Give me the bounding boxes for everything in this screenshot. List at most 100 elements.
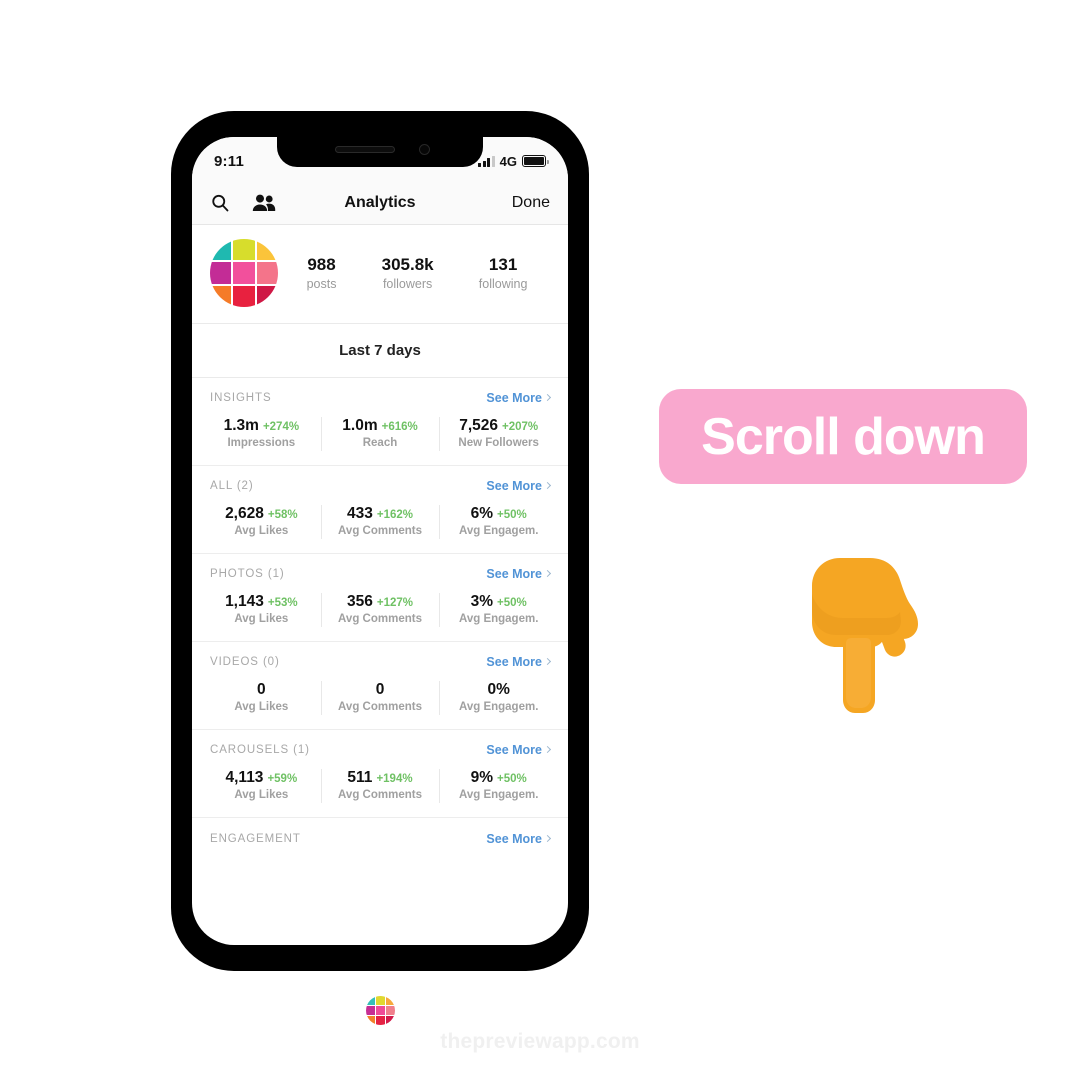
metric-cell: 9% +50% Avg Engagem. — [439, 767, 558, 805]
metric-delta-badge: +127% — [376, 597, 414, 609]
metric-label: Reach — [362, 437, 398, 449]
chevron-right-icon — [543, 569, 552, 578]
see-more-button[interactable]: See More — [486, 567, 552, 581]
profile-stat-followers[interactable]: 305.8k followers — [382, 254, 434, 292]
metric-row: 0 Avg Likes 0 Avg Comments 0% Avg Engagem. — [192, 673, 568, 717]
metric-delta-badge: +194% — [376, 773, 413, 785]
see-more-label: See More — [486, 743, 542, 757]
metric-value-row: 7,526 +207% — [441, 417, 556, 435]
metric-label: Avg Comments — [338, 613, 422, 625]
battery-icon — [522, 155, 549, 167]
chevron-right-icon — [543, 481, 552, 490]
chevron-right-icon — [543, 657, 552, 666]
metric-cell: 356 +127% Avg Comments — [320, 591, 440, 629]
section-header: VIDEOS (0) See More — [192, 642, 568, 673]
metric-value-row: 0% — [441, 681, 556, 699]
metric-label: Avg Engagem. — [458, 613, 539, 625]
network-type-label: 4G — [499, 153, 517, 169]
metric-label: Avg Likes — [234, 701, 289, 713]
status-indicators: 4G — [478, 153, 549, 169]
see-more-button[interactable]: See More — [486, 479, 552, 493]
avatar-tile-3 — [366, 1006, 375, 1015]
see-more-label: See More — [486, 567, 542, 581]
avatar-tile-8 — [256, 285, 278, 307]
section-title: INSIGHTS — [210, 392, 272, 404]
see-more-label: See More — [486, 479, 542, 493]
metric-delta-badge: +53% — [267, 597, 298, 609]
navigation-bar: Analytics Done — [192, 181, 568, 225]
metric-delta-badge: +274% — [262, 421, 300, 433]
see-more-button[interactable]: See More — [486, 655, 552, 669]
metric-label: Avg Engagem. — [458, 525, 539, 537]
section-title: CAROUSELS (1) — [210, 744, 310, 756]
search-icon[interactable] — [210, 193, 230, 213]
metric-label: Impressions — [227, 437, 296, 449]
metric-value: 433 — [347, 505, 373, 522]
metric-value: 2,628 — [225, 505, 264, 522]
avatar-tile-5 — [256, 262, 278, 284]
section-header: INSIGHTS See More — [192, 378, 568, 409]
done-button[interactable]: Done — [512, 194, 550, 212]
earpiece-speaker-icon — [335, 146, 395, 153]
metric-value-row: 1.0m +616% — [323, 417, 438, 435]
metric-value: 1,143 — [225, 593, 264, 610]
metric-delta-badge: +207% — [502, 421, 539, 433]
profile-stat-posts[interactable]: 988 posts — [307, 254, 337, 292]
see-more-button[interactable]: See More — [486, 391, 552, 405]
analytics-sections: INSIGHTS See More 1.3m +274% Impressions 1.0m… — [192, 378, 568, 850]
metric-value-row: 356 +127% — [323, 593, 438, 611]
analytics-section: VIDEOS (0) See More 0 Avg Likes 0 Avg Comment… — [192, 642, 568, 730]
nav-left-actions — [210, 193, 276, 213]
metric-row: 1.3m +274% Impressions 1.0m +616% Reach 7,526 +… — [192, 409, 568, 453]
see-more-button[interactable]: See More — [486, 832, 552, 846]
profile-stat-following[interactable]: 131 following — [479, 254, 528, 292]
avatar-tile-2 — [386, 996, 395, 1005]
metric-cell: 3% +50% Avg Engagem. — [439, 591, 558, 629]
metric-value: 356 — [347, 593, 373, 610]
profile-stats: 988 posts 305.8k followers 131 following — [278, 254, 550, 292]
front-camera-icon — [419, 144, 430, 155]
metric-value-row: 1.3m +274% — [204, 417, 319, 435]
avatar-tile-7 — [376, 1016, 385, 1025]
see-more-label: See More — [486, 832, 542, 846]
avatar-tile-6 — [210, 285, 232, 307]
metric-cell: 0 Avg Likes — [202, 679, 321, 717]
metric-cell: 6% +50% Avg Engagem. — [439, 503, 558, 541]
date-range-selector[interactable]: Last 7 days — [192, 324, 568, 378]
stat-label: posts — [306, 276, 337, 291]
section-header: ENGAGEMENT See More — [192, 818, 568, 850]
stat-label: following — [478, 276, 528, 291]
metric-cell: 0% Avg Engagem. — [439, 679, 558, 717]
avatar-tile-6 — [366, 1016, 375, 1025]
preview-app-logo — [366, 996, 395, 1025]
metric-label: Avg Comments — [338, 701, 422, 713]
metric-cell: 2,628 +58% Avg Likes — [202, 503, 321, 541]
metric-label: Avg Likes — [234, 525, 289, 537]
metric-value: 0 — [375, 681, 385, 698]
see-more-button[interactable]: See More — [486, 743, 552, 757]
metric-cell: 0 Avg Comments — [320, 679, 440, 717]
analytics-section: ALL (2) See More 2,628 +58% Avg Likes 433 +162… — [192, 466, 568, 554]
analytics-section: INSIGHTS See More 1.3m +274% Impressions 1.0m… — [192, 378, 568, 466]
avatar[interactable] — [210, 239, 278, 307]
metric-value: 1.3m — [223, 417, 259, 434]
stat-value: 131 — [488, 255, 518, 275]
watermark: thepreviewapp.com — [440, 1030, 640, 1053]
avatar-tile-0 — [210, 239, 232, 261]
metric-delta-badge: +58% — [267, 509, 298, 521]
status-time: 9:11 — [214, 152, 244, 170]
people-icon[interactable] — [252, 193, 276, 213]
metric-value: 6% — [470, 505, 494, 522]
avatar-tile-5 — [386, 1006, 395, 1015]
section-title: ENGAGEMENT — [210, 833, 301, 845]
chevron-right-icon — [543, 393, 552, 402]
metric-label: Avg Engagem. — [458, 701, 539, 713]
metric-value: 9% — [470, 769, 494, 786]
avatar-tile-4 — [376, 1006, 385, 1015]
avatar-tile-4 — [233, 262, 255, 284]
metric-cell: 433 +162% Avg Comments — [320, 503, 440, 541]
analytics-section: CAROUSELS (1) See More 4,113 +59% Avg Likes 5… — [192, 730, 568, 818]
see-more-label: See More — [486, 391, 542, 405]
metric-value-row: 433 +162% — [323, 505, 438, 523]
metric-value-row: 4,113 +59% — [204, 769, 319, 787]
